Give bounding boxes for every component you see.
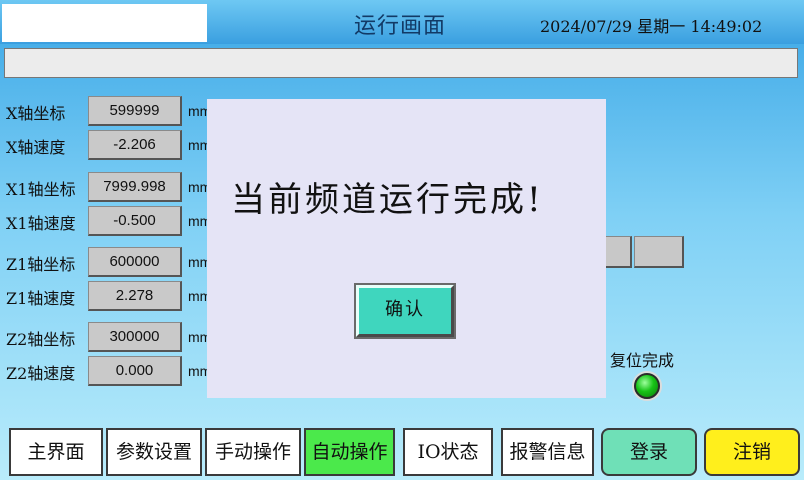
z2-position-value: 300000 — [88, 322, 182, 352]
z2-position-label: Z2轴坐标 — [6, 330, 76, 349]
nav-io-status[interactable]: IO状态 — [403, 428, 493, 476]
reset-status-led — [634, 373, 660, 399]
datetime-display: 2024/07/29 星期一 14:49:02 — [540, 17, 763, 36]
nav-main-screen[interactable]: 主界面 — [9, 428, 103, 476]
z1-position-label: Z1轴坐标 — [6, 255, 76, 274]
completion-dialog — [207, 99, 606, 398]
x1-speed-label: X1轴速度 — [6, 214, 76, 233]
logout-button[interactable]: 注销 — [704, 428, 800, 476]
nav-parameter-settings[interactable]: 参数设置 — [106, 428, 202, 476]
confirm-button[interactable]: 确认 — [354, 283, 456, 339]
x-speed-label: X轴速度 — [6, 138, 66, 157]
x-speed-value: -2.206 — [88, 130, 182, 160]
z1-speed-label: Z1轴速度 — [6, 289, 76, 308]
nav-manual-operation[interactable]: 手动操作 — [205, 428, 301, 476]
logo-area — [2, 4, 207, 42]
x-position-value: 599999 — [88, 96, 182, 126]
nav-auto-operation[interactable]: 自动操作 — [304, 428, 395, 476]
x1-position-value: 7999.998 — [88, 172, 182, 202]
nav-alarm-info[interactable]: 报警信息 — [501, 428, 594, 476]
control-button-right[interactable] — [634, 236, 684, 268]
z2-speed-label: Z2轴速度 — [6, 364, 76, 383]
z2-speed-value: 0.000 — [88, 356, 182, 386]
login-button[interactable]: 登录 — [601, 428, 697, 476]
reset-complete-label: 复位完成 — [610, 351, 675, 370]
message-bar — [4, 48, 798, 78]
z1-speed-value: 2.278 — [88, 281, 182, 311]
x-position-label: X轴坐标 — [6, 104, 66, 123]
x1-position-label: X1轴坐标 — [6, 180, 76, 199]
x1-speed-value: -0.500 — [88, 206, 182, 236]
page-title: 运行画面 — [353, 14, 446, 39]
dialog-message: 当前频道运行完成! — [231, 180, 544, 220]
header-bar: 运行画面 2024/07/29 星期一 14:49:02 — [0, 0, 804, 44]
z1-position-value: 600000 — [88, 247, 182, 277]
